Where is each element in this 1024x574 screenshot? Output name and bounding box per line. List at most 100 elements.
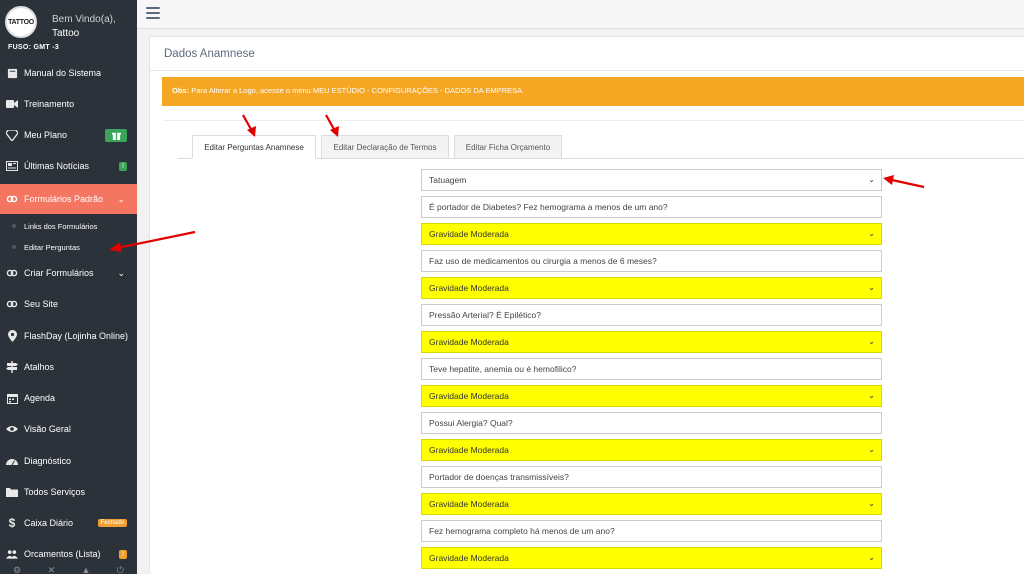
sidebar-item-treinamento[interactable]: Treinamento <box>0 89 137 119</box>
main-panel: Dados Anamnese Obs: Para Alterar a Logo,… <box>149 36 1024 574</box>
field-value: Gravidade Moderada <box>429 553 509 563</box>
field-value: Gravidade Moderada <box>429 499 509 509</box>
tab-editar-declaracao[interactable]: Editar Declaração de Termos <box>321 135 449 159</box>
sidebar-item-label: FlashDay (Lojinha Online) <box>24 331 129 341</box>
hamburger-menu-icon[interactable] <box>146 7 160 19</box>
severity-select-4[interactable]: Gravidade Moderada ⌄ <box>421 385 882 407</box>
sidebar-item-label: Treinamento <box>24 99 75 109</box>
severity-row: Gravidade Pergunta 2Gravidade Moderada⌄ <box>164 277 1024 299</box>
question-row: Pergunta 2Faz uso de medicamentos ou cir… <box>164 250 1024 272</box>
field-value: Gravidade Moderada <box>429 229 509 239</box>
book-icon <box>6 67 18 79</box>
severity-row: Gravidade Pergunta 6Gravidade Moderada⌄ <box>164 493 1024 515</box>
field-value: Gravidade Moderada <box>429 283 509 293</box>
sidebar-item-todos-servicos[interactable]: Todos Serviços <box>0 477 137 507</box>
severity-select-3[interactable]: Gravidade Moderada ⌄ <box>421 331 882 353</box>
severity-select-6[interactable]: Gravidade Moderada ⌄ <box>421 493 882 515</box>
service-select[interactable]: Tatuagem ⌄ <box>421 169 882 191</box>
sidebar-item-label: Seu Site <box>24 299 59 309</box>
severity-row: Gravidade Pergunta 3Gravidade Moderada⌄ <box>164 331 1024 353</box>
field-value: É portador de Diabetes? Fez hemograma a … <box>429 202 668 212</box>
sidebar-item-noticias[interactable]: Últimas Notícias ! <box>0 151 137 181</box>
severity-select-7[interactable]: Gravidade Moderada ⌄ <box>421 547 882 569</box>
chevron-down-icon: ⌄ <box>868 337 875 346</box>
notice-text: Para Alterar a Logo, acesse o menu MEU E… <box>191 86 525 95</box>
sidebar-item-flashday[interactable]: FlashDay (Lojinha Online) <box>0 321 137 351</box>
service-select-value: Tatuagem <box>429 175 467 185</box>
sidebar-item-criar-formularios[interactable]: Criar Formulários ⌄ <box>0 258 137 288</box>
budget-badge: ! <box>119 549 127 559</box>
sidebar-item-label: Agenda <box>24 393 56 403</box>
severity-select-1[interactable]: Gravidade Moderada ⌄ <box>421 223 882 245</box>
gift-icon <box>105 128 127 142</box>
question-row: Pergunta 3Pressão Arterial? É Epilético? <box>164 304 1024 326</box>
sidebar-subitem-label: Editar Perguntas <box>24 242 80 252</box>
sidebar-subitem-links-formularios[interactable]: Links dos Formulários <box>0 216 137 236</box>
field-value: Gravidade Moderada <box>429 445 509 455</box>
question-input-4[interactable]: Teve hepatite, anemia ou é hemofilico? <box>421 358 882 380</box>
severity-row: Gravidade Pergunta 5Gravidade Moderada⌄ <box>164 439 1024 461</box>
tab-editar-ficha[interactable]: Editar Ficha Orçamento <box>454 135 562 159</box>
question-row: Pergunta 6Portador de doenças transmissí… <box>164 466 1024 488</box>
sidebar-subitem-editar-perguntas[interactable]: Editar Perguntas <box>0 237 137 257</box>
gear-icon[interactable]: ⚙ <box>13 565 21 574</box>
severity-row: Gravidade Pergunta 7Gravidade Moderada⌄ <box>164 547 1024 569</box>
tab-editar-perguntas[interactable]: Editar Perguntas Anamnese <box>192 135 316 159</box>
severity-select-5[interactable]: Gravidade Moderada ⌄ <box>421 439 882 461</box>
sidebar-item-manual[interactable]: Manual do Sistema <box>0 58 137 88</box>
folder-icon <box>6 486 18 498</box>
avatar-logo-text: TATTOO <box>8 18 34 26</box>
notice-label: Obs: <box>172 86 190 95</box>
severity-select-2[interactable]: Gravidade Moderada ⌄ <box>421 277 882 299</box>
question-input-1[interactable]: É portador de Diabetes? Fez hemograma a … <box>421 196 882 218</box>
page-title: Dados Anamnese <box>164 48 255 60</box>
logo-notice-banner: Obs: Para Alterar a Logo, acesse o menu … <box>162 77 1024 106</box>
top-bar <box>137 0 1024 29</box>
sidebar: TATTOO Bem Vindo(a), Tattoo FUSO: GMT -3… <box>0 0 137 574</box>
chevron-down-icon: ⌄ <box>868 553 875 562</box>
sidebar-item-label: Orcamentos (Lista) <box>24 549 101 559</box>
sidebar-item-label: Caixa Diário <box>24 518 74 528</box>
sidebar-item-label: Atalhos <box>24 362 55 372</box>
question-row: Pergunta 4Teve hepatite, anemia ou é hem… <box>164 358 1024 380</box>
sidebar-item-meu-plano[interactable]: Meu Plano <box>0 120 137 150</box>
field-value: Possui Alergia? Qual? <box>429 418 513 428</box>
question-input-3[interactable]: Pressão Arterial? É Epilético? <box>421 304 882 326</box>
sidebar-item-atalhos[interactable]: Atalhos <box>0 352 137 382</box>
link-icon <box>6 267 18 279</box>
avatar[interactable]: TATTOO <box>5 6 37 38</box>
sidebar-item-formularios-padrao[interactable]: Formulários Padrão ⌄ <box>0 184 137 214</box>
sidebar-item-label: Últimas Notícias <box>24 161 90 171</box>
tab-label: Editar Perguntas Anamnese <box>204 142 304 152</box>
link-icon <box>6 193 18 205</box>
bullet-icon <box>12 245 16 249</box>
sidebar-item-caixa-diario[interactable]: $ Caixa Diário Fechado <box>0 508 137 538</box>
chevron-down-icon: ⌄ <box>868 175 875 184</box>
question-input-5[interactable]: Possui Alergia? Qual? <box>421 412 882 434</box>
expand-icon[interactable]: ✕ <box>48 565 56 574</box>
sidebar-item-seu-site[interactable]: Seu Site <box>0 289 137 319</box>
lock-icon[interactable]: ▲ <box>81 565 90 574</box>
question-input-2[interactable]: Faz uso de medicamentos ou cirurgia a me… <box>421 250 882 272</box>
field-value: Portador de doenças transmissíveis? <box>429 472 569 482</box>
tabs-container: Editar Perguntas Anamnese Editar Declara… <box>164 120 1024 574</box>
question-input-6[interactable]: Portador de doenças transmissíveis? <box>421 466 882 488</box>
sidebar-item-agenda[interactable]: Agenda <box>0 383 137 413</box>
question-input-7[interactable]: Fez hemograma completo há menos de um an… <box>421 520 882 542</box>
news-badge: ! <box>119 161 127 171</box>
sidebar-item-label: Formulários Padrão <box>24 194 104 204</box>
sidebar-item-label: Visão Geral <box>24 424 71 434</box>
sidebar-item-label: Criar Formulários <box>24 268 94 278</box>
link-icon <box>6 298 18 310</box>
chevron-down-icon: ⌄ <box>868 229 875 238</box>
sidebar-item-diagnostico[interactable]: Diagnóstico <box>0 446 137 476</box>
field-value: Fez hemograma completo há menos de um an… <box>429 526 615 536</box>
sidebar-item-label: Meu Plano <box>24 130 68 140</box>
power-icon[interactable]: ⏻ <box>117 565 124 574</box>
field-value: Pressão Arterial? É Epilético? <box>429 310 541 320</box>
calendar-icon <box>6 392 18 404</box>
question-row: Pergunta 7Fez hemograma completo há meno… <box>164 520 1024 542</box>
sidebar-item-visao-geral[interactable]: Visão Geral <box>0 414 137 444</box>
sidebar-item-label: Todos Serviços <box>24 487 86 497</box>
field-value: Teve hepatite, anemia ou é hemofilico? <box>429 364 577 374</box>
